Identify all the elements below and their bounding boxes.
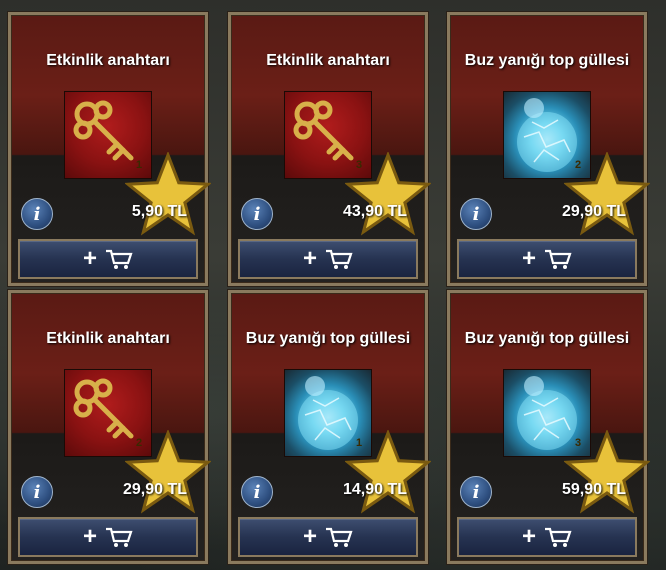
shopping-cart-icon [106,527,133,547]
level-number: 3 [355,159,363,171]
level-number: 2 [135,437,143,449]
add-to-cart-button[interactable]: + [238,239,418,279]
item-image[interactable]: 3 [503,369,650,514]
shop-item-card: Buz yanığı top güllesi 2 i 29,90 TL + [447,12,650,286]
info-button[interactable]: i [241,476,273,508]
item-price: 43,90 TL [342,203,407,220]
level-star-icon: 2 [564,152,650,236]
item-price: 59,90 TL [561,481,626,498]
shop-item-card: Etkinlik anahtarı 2 i 29,90 TL + [8,290,211,564]
item-image[interactable]: 2 [503,91,650,236]
item-title: Etkinlik anahtarı [46,52,170,69]
item-image[interactable]: 3 [284,91,431,236]
item-image[interactable]: 2 [64,369,211,514]
shop-item-card: Buz yanığı top güllesi 3 i 59,90 TL + [447,290,650,564]
level-star-icon: 2 [125,430,211,514]
item-image[interactable]: 1 [64,91,211,236]
info-button[interactable]: i [21,198,53,230]
shopping-cart-icon [106,249,133,269]
shopping-cart-icon [326,527,353,547]
plus-icon: + [521,245,536,272]
level-number: 3 [574,437,582,449]
item-title: Buz yanığı top güllesi [464,52,630,69]
add-to-cart-button[interactable]: + [457,239,637,279]
item-title: Buz yanığı top güllesi [245,330,411,347]
item-image[interactable]: 1 [284,369,431,514]
item-price: 29,90 TL [122,481,187,498]
item-price: 29,90 TL [561,203,626,220]
add-to-cart-button[interactable]: + [238,517,418,557]
info-button[interactable]: i [460,198,492,230]
plus-icon: + [302,245,317,272]
add-to-cart-button[interactable]: + [18,239,198,279]
level-number: 1 [355,437,363,449]
plus-icon: + [82,523,97,550]
shopping-cart-icon [545,249,572,269]
plus-icon: + [82,245,97,272]
info-button[interactable]: i [21,476,53,508]
item-title: Etkinlik anahtarı [266,52,390,69]
level-star-icon: 1 [345,430,431,514]
level-number: 2 [574,159,582,171]
plus-icon: + [521,523,536,550]
item-price: 14,90 TL [342,481,407,498]
info-button[interactable]: i [460,476,492,508]
shopping-cart-icon [326,249,353,269]
level-star-icon: 3 [564,430,650,514]
item-title: Buz yanığı top güllesi [464,330,630,347]
add-to-cart-button[interactable]: + [457,517,637,557]
shop-item-card: Etkinlik anahtarı 1 i 5,90 TL + [8,12,211,286]
level-number: 1 [135,159,143,171]
shopping-cart-icon [545,527,572,547]
shop-grid: Etkinlik anahtarı 1 i 5,90 TL + Etkinlik… [0,0,666,570]
add-to-cart-button[interactable]: + [18,517,198,557]
level-star-icon: 3 [345,152,431,236]
level-star-icon: 1 [125,152,211,236]
item-title: Etkinlik anahtarı [46,330,170,347]
shop-item-card: Etkinlik anahtarı 3 i 43,90 TL + [228,12,431,286]
info-button[interactable]: i [241,198,273,230]
item-price: 5,90 TL [131,203,187,220]
shop-item-card: Buz yanığı top güllesi 1 i 14,90 TL + [228,290,431,564]
plus-icon: + [302,523,317,550]
